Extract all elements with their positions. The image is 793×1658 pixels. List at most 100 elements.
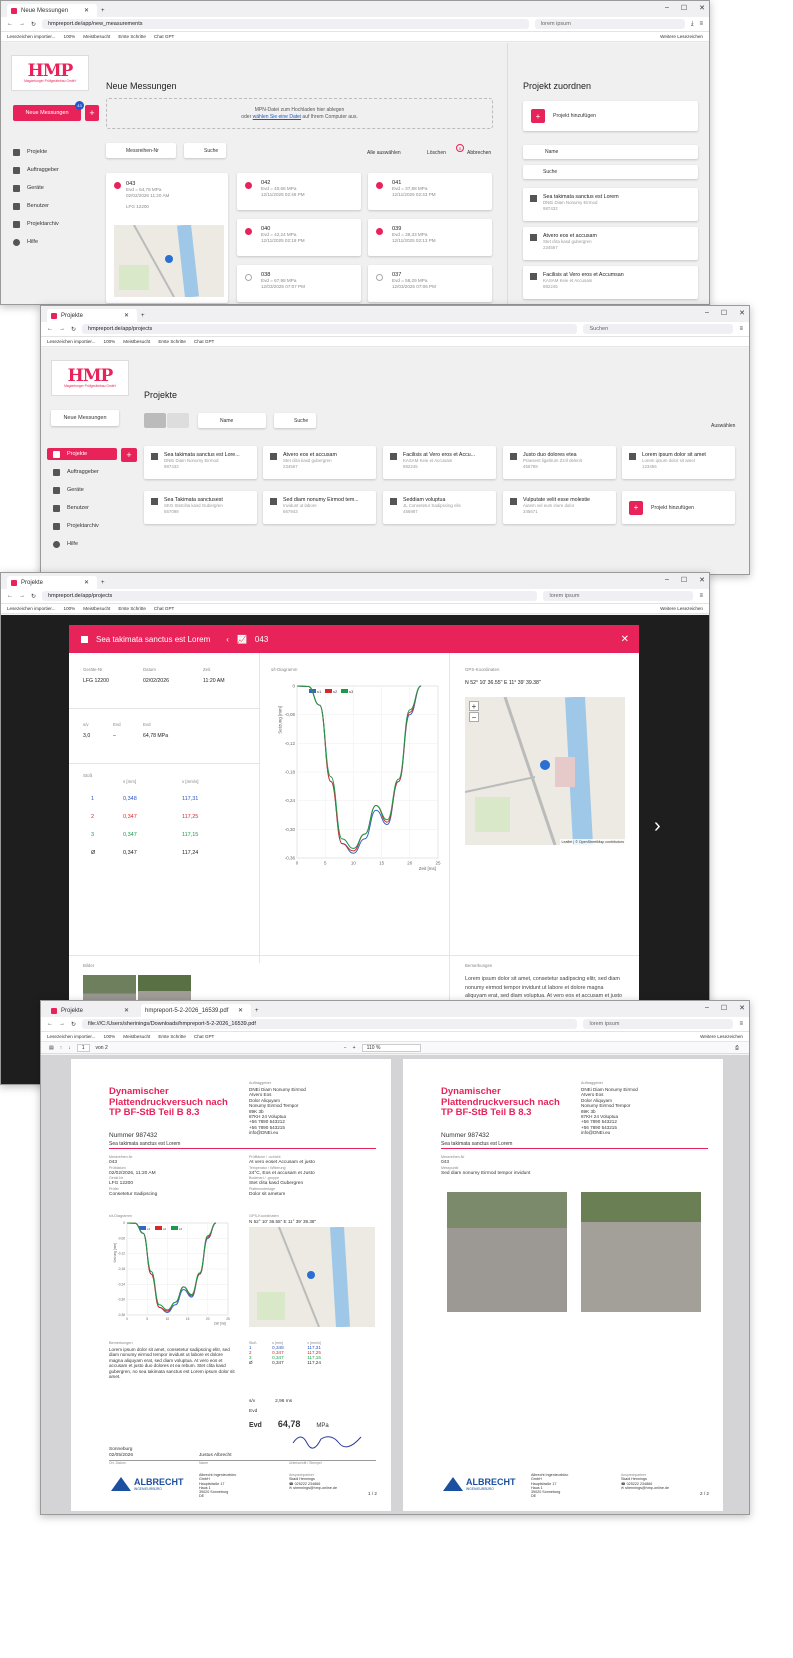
new-tab-icon[interactable]: + bbox=[101, 8, 105, 14]
checkbox-checked[interactable] bbox=[245, 228, 252, 235]
browser-search-field[interactable]: Suchen bbox=[583, 324, 734, 334]
nav-help[interactable]: Hilfe bbox=[47, 538, 78, 550]
project-card-8[interactable]: Seddiam voluptua JL Consetetur Sadipscing… bbox=[383, 491, 496, 524]
forward-icon[interactable]: → bbox=[59, 1021, 65, 1027]
project-card-9[interactable]: Vulputate velit esse molestie Autem vel e… bbox=[503, 491, 616, 524]
nav-devices[interactable]: Geräte bbox=[7, 182, 44, 194]
project-search-input[interactable]: Suche bbox=[523, 165, 698, 179]
checkbox-unchecked[interactable] bbox=[245, 274, 252, 281]
menu-icon[interactable]: ≡ bbox=[739, 326, 743, 332]
map-view[interactable]: + − Leaflet | © OpenStreetMap contributo… bbox=[465, 697, 625, 845]
url-field[interactable]: hmpreport.de/app/projects bbox=[82, 324, 578, 334]
nav-users[interactable]: Benutzer bbox=[47, 502, 89, 514]
select-button[interactable]: Auswählen bbox=[711, 423, 735, 429]
nav-devices[interactable]: Geräte bbox=[47, 484, 84, 496]
menu-icon[interactable]: ≡ bbox=[699, 21, 703, 27]
back-icon[interactable]: ← bbox=[47, 1021, 53, 1027]
add-button[interactable]: + bbox=[85, 105, 99, 121]
browser-search-field[interactable]: lorem ipsum bbox=[583, 1019, 734, 1029]
url-field[interactable]: file:///C:/Users/sherinings/Downloads/hm… bbox=[82, 1019, 578, 1029]
checkbox-unchecked[interactable] bbox=[376, 274, 383, 281]
bookmark-first-steps[interactable]: Erste Schritte bbox=[158, 339, 186, 344]
nav-projects[interactable]: Projekte bbox=[7, 146, 47, 158]
close-icon[interactable]: ✕ bbox=[124, 312, 129, 319]
minimize-icon[interactable]: – bbox=[665, 4, 669, 12]
reload-icon[interactable]: ↻ bbox=[71, 326, 76, 333]
close-window-icon[interactable]: ✕ bbox=[739, 309, 745, 317]
close-window-icon[interactable]: ✕ bbox=[699, 4, 705, 12]
nav-projects[interactable]: Projekte bbox=[47, 448, 117, 460]
bookmark-first-steps[interactable]: Erste Schritte bbox=[118, 606, 146, 611]
close-icon[interactable]: ✕ bbox=[84, 7, 89, 14]
close-modal-icon[interactable]: ✕ bbox=[621, 634, 629, 645]
measurement-card-041[interactable]: 041 Evd = 37,88 MPa 12/11/2025 02:43 PM bbox=[368, 173, 492, 210]
nav-archive[interactable]: Projektarchiv bbox=[47, 520, 99, 532]
bookmark-chatgpt[interactable]: Chat GPT bbox=[194, 339, 214, 344]
bookmark-import[interactable]: Lesezeichen importier... bbox=[47, 339, 96, 344]
new-measurements-button[interactable]: Neue Messungen bbox=[13, 105, 81, 121]
next-page-icon[interactable]: ↓ bbox=[68, 1045, 71, 1051]
checkbox-checked[interactable] bbox=[376, 182, 383, 189]
maximize-icon[interactable]: ☐ bbox=[681, 576, 687, 584]
select-all-button[interactable]: Alle auswählen bbox=[367, 150, 401, 156]
tab-pdf[interactable]: hmpreport-5-2-2026_16539.pdf ✕ bbox=[141, 1004, 251, 1017]
close-icon[interactable]: ✕ bbox=[84, 579, 89, 586]
nav-clients[interactable]: Auftraggeber bbox=[7, 164, 59, 176]
sidebar-toggle-icon[interactable]: ▤ bbox=[49, 1045, 54, 1051]
bookmark-first-steps[interactable]: Erste Schritte bbox=[118, 34, 146, 39]
nav-clients[interactable]: Auftraggeber bbox=[47, 466, 99, 478]
bookmark-first-steps[interactable]: Erste Schritte bbox=[158, 1034, 186, 1039]
map-thumbnail[interactable] bbox=[114, 225, 224, 297]
checkbox-checked[interactable] bbox=[114, 182, 121, 189]
measurement-card-042[interactable]: 042 Evd = 40,66 MPa 12/11/2025 02:46 PM bbox=[237, 173, 361, 210]
add-project-card[interactable]: + Projekt hinzufügen bbox=[523, 101, 698, 131]
close-icon[interactable]: ✕ bbox=[238, 1007, 243, 1014]
minimize-icon[interactable]: – bbox=[705, 1004, 709, 1012]
zoom-in-icon[interactable]: + bbox=[353, 1045, 356, 1051]
close-window-icon[interactable]: ✕ bbox=[699, 576, 705, 584]
chevron-left-icon[interactable]: ‹ bbox=[226, 635, 229, 644]
nav-users[interactable]: Benutzer bbox=[7, 200, 49, 212]
upload-dropzone[interactable]: MPN-Datei zum Hochladen hier ablegen ode… bbox=[106, 98, 493, 129]
zoom-select[interactable]: 110 % bbox=[361, 1043, 422, 1052]
print-icon[interactable]: ⎙ bbox=[735, 1045, 739, 1051]
measurement-card-038[interactable]: 038 Evd = 67,98 MPa 12/03/2025 07:07 PM bbox=[237, 265, 361, 302]
reload-icon[interactable]: ↻ bbox=[71, 1021, 76, 1028]
forward-icon[interactable]: → bbox=[19, 21, 25, 27]
minimize-icon[interactable]: – bbox=[665, 576, 669, 584]
tab-new-measurements[interactable]: Neue Messungen ✕ bbox=[7, 4, 97, 17]
search-button[interactable]: Suche bbox=[184, 143, 226, 158]
menu-icon[interactable]: ≡ bbox=[739, 1021, 743, 1027]
new-tab-icon[interactable]: + bbox=[255, 1008, 259, 1014]
bookmark-more[interactable]: Weitere Lesezeichen bbox=[700, 1034, 743, 1039]
maximize-icon[interactable]: ☐ bbox=[681, 4, 687, 12]
browser-search-field[interactable]: lorem ipsum bbox=[534, 19, 685, 29]
project-card-3[interactable]: Facilisis at Vero eros et Accu... KASAM K… bbox=[383, 446, 496, 479]
zoom-out-icon[interactable]: − bbox=[344, 1045, 347, 1051]
bookmark-most-visited[interactable]: Meistbesucht bbox=[83, 606, 110, 611]
list-view-toggle[interactable] bbox=[167, 413, 189, 428]
menu-icon[interactable]: ≡ bbox=[699, 593, 703, 599]
zoom-out-icon[interactable]: − bbox=[469, 712, 479, 722]
project-card-4[interactable]: Justo duo dolores etea Praesent ligaltrum… bbox=[503, 446, 616, 479]
bookmark-most-visited[interactable]: Meistbesucht bbox=[123, 339, 150, 344]
project-card-1[interactable]: Sea takimata sanctus est Lore... DNEi Dia… bbox=[144, 446, 257, 479]
assign-project-2[interactable]: Atvero eos et accusam Stet clita kasd gub… bbox=[523, 227, 698, 260]
close-window-icon[interactable]: ✕ bbox=[739, 1004, 745, 1012]
browser-search-field[interactable]: lorem ipsum bbox=[543, 591, 694, 601]
project-card-2[interactable]: Atvero eos et accusam Stet clita kasd gub… bbox=[263, 446, 376, 479]
next-arrow-icon[interactable]: › bbox=[654, 815, 661, 838]
sort-select[interactable]: Messreihen-Nr bbox=[106, 143, 176, 158]
bookmark-most-visited[interactable]: Meistbesucht bbox=[123, 1034, 150, 1039]
add-project-button[interactable]: + bbox=[121, 448, 137, 462]
measurement-card-040[interactable]: 040 Evd = 42,24 MPa 12/11/2025 02:18 PM bbox=[237, 219, 361, 256]
bookmark-import[interactable]: Lesezeichen importier... bbox=[7, 34, 56, 39]
tab-projects[interactable]: Projekte ✕ bbox=[47, 1004, 137, 1017]
prev-page-icon[interactable]: ↑ bbox=[60, 1045, 63, 1051]
delete-button[interactable]: Löschen bbox=[427, 150, 446, 156]
bookmark-most-visited[interactable]: Meistbesucht bbox=[83, 34, 110, 39]
checkbox-checked[interactable] bbox=[376, 228, 383, 235]
bookmark-chatgpt[interactable]: Chat GPT bbox=[154, 606, 174, 611]
nav-archive[interactable]: Projektarchiv bbox=[7, 218, 59, 230]
url-field[interactable]: hmpreport.de/app/projects bbox=[42, 591, 538, 601]
